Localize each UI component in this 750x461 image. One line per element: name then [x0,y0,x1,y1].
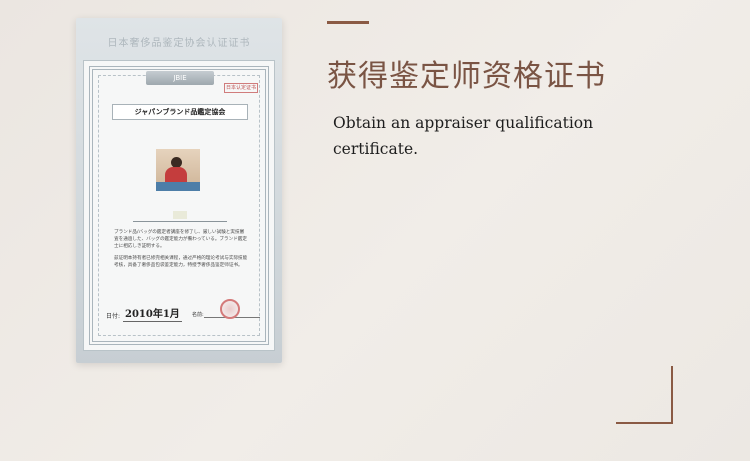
certificate-seal-tag: 日本认定证书 [224,83,258,93]
corner-bracket-vertical [671,366,673,424]
certificate-photo [156,149,200,191]
certificate-sign-label: 名前: [192,312,204,318]
certificate-banner: JBIE [146,71,214,85]
corner-bracket-horizontal [616,422,673,424]
certificate-body-text: ブランド品/バッグの鑑定者講座を修了し、厳しい試験と実技審査を通過した、バッグの… [114,229,248,273]
certificate-date-label: 日付: [106,313,121,320]
certificate-date-value: 2010年1月 [123,305,182,322]
certificate-image: 日本奢侈品鉴定协会认证证书 JBIE 日本认定证书 ジャパンブランド品鑑定協会 … [76,18,282,363]
photo-table [156,182,200,191]
certificate-body-japanese: ブランド品/バッグの鑑定者講座を修了し、厳しい試験と実技審査を通過した、バッグの… [114,230,247,250]
certificate-name-plate [173,211,187,219]
section-heading-chinese: 获得鉴定师资格证书 [327,59,606,94]
heading-accent-line [327,21,369,24]
certificate-name-line [133,221,227,222]
certificate-header-text: 日本奢侈品鉴定协会认证证书 [107,38,251,49]
certificate-sheet: JBIE 日本认定证书 ジャパンブランド品鑑定協会 ブランド品/バッグの鑑定者講… [83,60,275,351]
section-heading-english: Obtain an appraiser qualification certif… [333,114,594,158]
certificate-stamp [220,299,240,319]
certificate-title: ジャパンブランド品鑑定協会 [112,104,248,120]
certificate-body-chinese: 兹证明本持有者已修完相关课程，通过严格的理论考试与实际技能考核，具备了奢侈品包袋… [114,255,248,268]
